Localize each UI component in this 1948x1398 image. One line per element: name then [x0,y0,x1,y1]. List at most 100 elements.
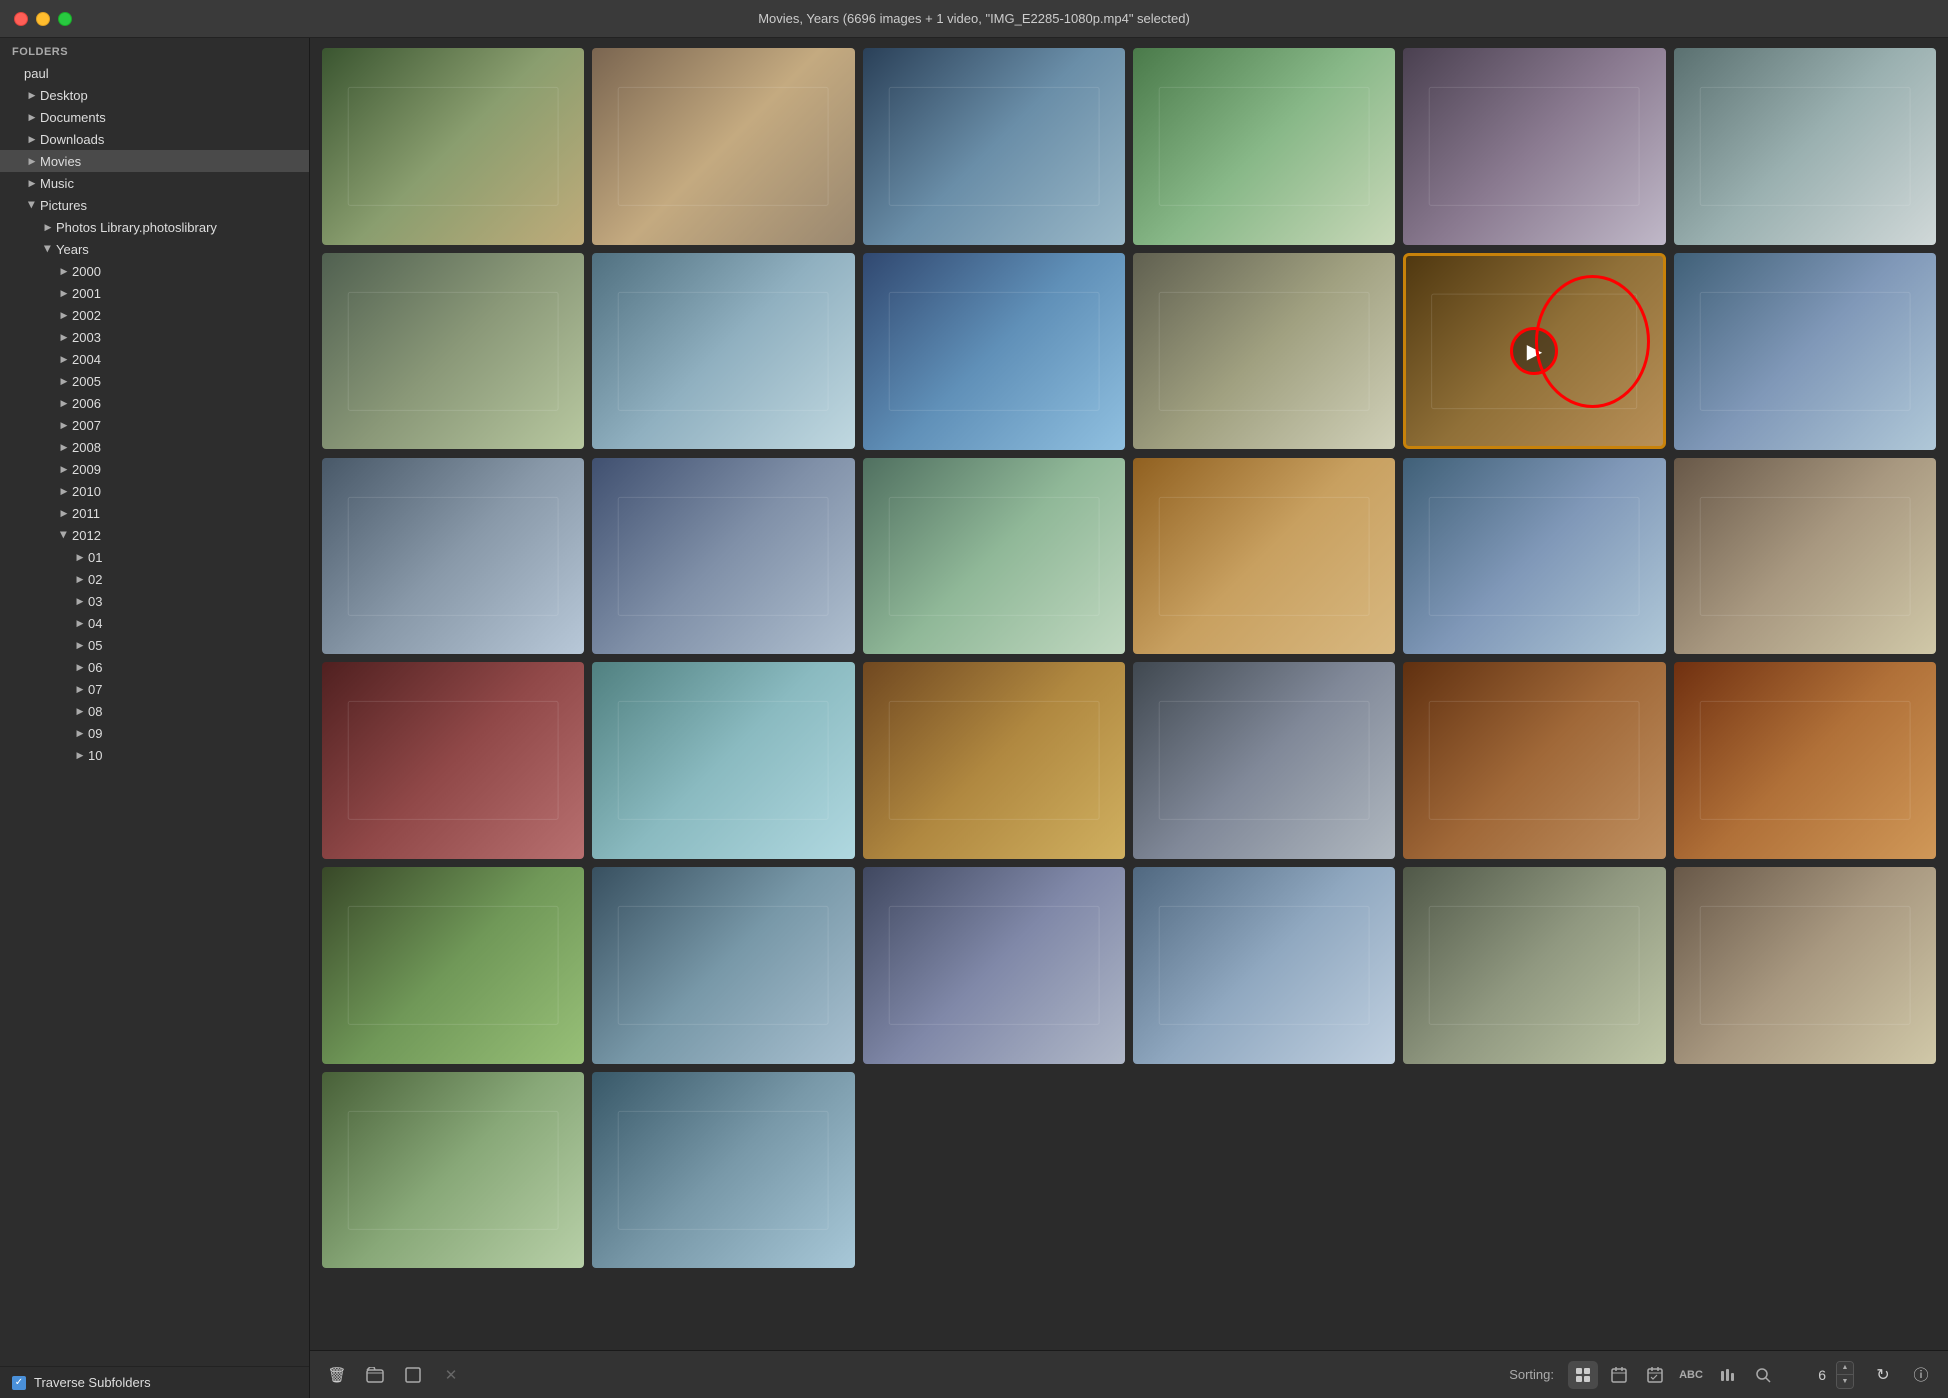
sidebar-item-photoslibrary[interactable]: ▶Photos Library.photoslibrary [0,216,309,238]
photo-cell-30[interactable] [1674,867,1936,1064]
photo-cell-28[interactable] [1133,867,1395,1064]
photo-cell-32[interactable] [592,1072,854,1269]
content-area: ▶ 🗑 ✕ Sorting: [310,38,1948,1398]
photo-cell-7[interactable] [322,253,584,450]
info-button[interactable]: ⓘ [1906,1361,1936,1389]
photo-cell-1[interactable] [322,48,584,245]
refresh-button[interactable]: ↻ [1868,1361,1898,1389]
sidebar-item-y2003[interactable]: ▶2003 [0,326,309,348]
photo-cell-24[interactable] [1674,662,1936,859]
sidebar-item-y2005[interactable]: ▶2005 [0,370,309,392]
sidebar-item-music[interactable]: ▶Music [0,172,309,194]
count-up[interactable]: ▲ [1837,1362,1853,1376]
count-stepper[interactable]: ▲ ▼ [1836,1361,1854,1389]
sidebar-item-movies[interactable]: ▶Movies [0,150,309,172]
sidebar-item-y2001[interactable]: ▶2001 [0,282,309,304]
sidebar-item-paul[interactable]: ▶paul [0,62,309,84]
photo-cell-27[interactable] [863,867,1125,1064]
sidebar-item-m01[interactable]: ▶01 [0,546,309,568]
photo-cell-8[interactable] [592,253,854,450]
sidebar-item-m05[interactable]: ▶05 [0,634,309,656]
photo-cell-26[interactable] [592,867,854,1064]
tree-label-m01: 01 [88,550,102,565]
photo-cell-5[interactable] [1403,48,1665,245]
photo-cell-12[interactable] [1674,253,1936,450]
sidebar-item-y2007[interactable]: ▶2007 [0,414,309,436]
sidebar-item-m06[interactable]: ▶06 [0,656,309,678]
photo-cell-17[interactable] [1403,458,1665,655]
sidebar-item-m07[interactable]: ▶07 [0,678,309,700]
tree-arrow-y2007: ▶ [56,417,72,433]
tree-arrow-y2010: ▶ [56,483,72,499]
photo-cell-11[interactable]: ▶ [1403,253,1665,450]
sidebar-item-y2009[interactable]: ▶2009 [0,458,309,480]
photo-cell-6[interactable] [1674,48,1936,245]
preview-button[interactable] [398,1361,428,1389]
photo-cell-15[interactable] [863,458,1125,655]
photo-cell-9[interactable] [863,253,1125,450]
sidebar-item-desktop[interactable]: ▶Desktop [0,84,309,106]
sidebar-item-m03[interactable]: ▶03 [0,590,309,612]
sort-search-button[interactable] [1748,1361,1778,1389]
traverse-subfolders-checkbox[interactable]: ✓ [12,1376,26,1390]
tree-label-m08: 08 [88,704,102,719]
photo-cell-13[interactable] [322,458,584,655]
sort-bar-button[interactable] [1712,1361,1742,1389]
sidebar-item-y2006[interactable]: ▶2006 [0,392,309,414]
tree-arrow-pictures: ▶ [24,197,40,213]
cancel-button[interactable]: ✕ [436,1361,466,1389]
photo-cell-29[interactable] [1403,867,1665,1064]
tree-arrow-y2008: ▶ [56,439,72,455]
tree-arrow-years: ▶ [40,241,56,257]
photo-cell-31[interactable] [322,1072,584,1269]
photo-cell-4[interactable] [1133,48,1395,245]
sidebar-item-downloads[interactable]: ▶Downloads [0,128,309,150]
photo-cell-22[interactable] [1133,662,1395,859]
photo-cell-14[interactable] [592,458,854,655]
maximize-button[interactable] [58,12,72,26]
sidebar-item-y2000[interactable]: ▶2000 [0,260,309,282]
delete-button[interactable]: 🗑 [322,1361,352,1389]
sort-abc-button[interactable]: ABC [1676,1361,1706,1389]
sidebar-item-pictures[interactable]: ▶Pictures [0,194,309,216]
tree-label-downloads: Downloads [40,132,104,147]
sidebar-item-m08[interactable]: ▶08 [0,700,309,722]
minimize-button[interactable] [36,12,50,26]
sort-calendar2-button[interactable] [1640,1361,1670,1389]
photo-cell-10[interactable] [1133,253,1395,450]
photo-cell-21[interactable] [863,662,1125,859]
sidebar-item-m04[interactable]: ▶04 [0,612,309,634]
sort-grid-button[interactable] [1568,1361,1598,1389]
sidebar-item-y2004[interactable]: ▶2004 [0,348,309,370]
sidebar-item-m09[interactable]: ▶09 [0,722,309,744]
photo-cell-3[interactable] [863,48,1125,245]
photo-cell-16[interactable] [1133,458,1395,655]
tree-label-y2011: 2011 [72,506,100,521]
new-folder-button[interactable] [360,1361,390,1389]
photo-cell-19[interactable] [322,662,584,859]
sidebar-item-years[interactable]: ▶Years [0,238,309,260]
window-controls[interactable] [14,12,72,26]
sidebar-item-y2010[interactable]: ▶2010 [0,480,309,502]
tree-arrow-desktop: ▶ [24,87,40,103]
sidebar-item-m10[interactable]: ▶10 [0,744,309,766]
photo-cell-18[interactable] [1674,458,1936,655]
sorting-label: Sorting: [1509,1367,1554,1382]
photo-cell-23[interactable] [1403,662,1665,859]
sidebar-item-documents[interactable]: ▶Documents [0,106,309,128]
tree-arrow-y2009: ▶ [56,461,72,477]
count-down[interactable]: ▼ [1837,1375,1853,1388]
tree-arrow-m06: ▶ [72,659,88,675]
photo-cell-2[interactable] [592,48,854,245]
close-button[interactable] [14,12,28,26]
sort-calendar-button[interactable] [1604,1361,1634,1389]
photo-cell-25[interactable] [322,867,584,1064]
sidebar-item-y2012[interactable]: ▶2012 [0,524,309,546]
count-display: 6 [1802,1367,1826,1383]
sidebar-item-y2011[interactable]: ▶2011 [0,502,309,524]
sidebar-item-m02[interactable]: ▶02 [0,568,309,590]
sidebar-item-y2002[interactable]: ▶2002 [0,304,309,326]
tree-label-pictures: Pictures [40,198,87,213]
sidebar-item-y2008[interactable]: ▶2008 [0,436,309,458]
photo-cell-20[interactable] [592,662,854,859]
